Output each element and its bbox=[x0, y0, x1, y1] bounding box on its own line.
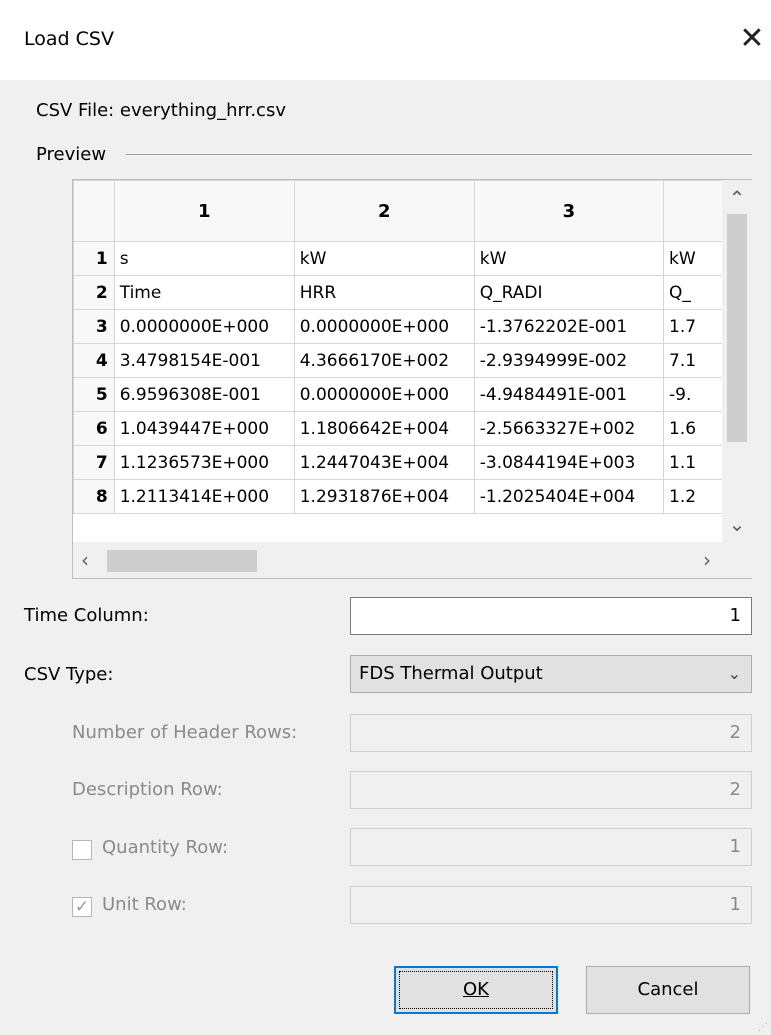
resize-grip-icon[interactable]: ⋰ bbox=[758, 1022, 770, 1034]
row-header[interactable]: 6 bbox=[73, 411, 115, 446]
table-cell[interactable]: 1.2447043E+004 bbox=[293, 445, 475, 480]
row-header[interactable]: 8 bbox=[73, 479, 115, 514]
unit-row-label[interactable]: Unit Row: bbox=[102, 894, 187, 915]
table-cell[interactable]: 0.0000000E+000 bbox=[113, 309, 295, 344]
preview-table-viewport[interactable]: 1 2 3 1 s kW kW kW 2 Time HRR Q_RADI Q_ bbox=[72, 179, 752, 579]
scroll-up-icon[interactable]: ⌃ bbox=[722, 186, 752, 210]
preview-group-label: Preview bbox=[36, 144, 107, 165]
description-row-input[interactable]: 2 bbox=[350, 771, 752, 809]
table-cell[interactable]: s bbox=[113, 241, 295, 276]
cancel-button-label: Cancel bbox=[637, 979, 699, 1000]
column-header[interactable]: 2 bbox=[293, 180, 475, 242]
table-row: 5 6.9596308E-001 0.0000000E+000 -4.94844… bbox=[73, 377, 751, 412]
table-cell[interactable]: 1.1806642E+004 bbox=[293, 411, 475, 446]
column-header-row: 1 2 3 bbox=[73, 180, 751, 242]
table-cell[interactable]: -2.5663327E+002 bbox=[473, 411, 665, 446]
table-cell[interactable]: -4.9484491E-001 bbox=[473, 377, 665, 412]
table-row: 3 0.0000000E+000 0.0000000E+000 -1.37622… bbox=[73, 309, 751, 344]
ok-button[interactable]: OK bbox=[394, 966, 558, 1014]
title-bar[interactable]: Load CSV ✕ bbox=[0, 0, 771, 80]
table-cell[interactable]: Q_RADI bbox=[473, 275, 665, 310]
table-row: 1 s kW kW kW bbox=[73, 241, 751, 276]
row-header[interactable]: 2 bbox=[73, 275, 115, 310]
csv-type-label: CSV Type: bbox=[24, 664, 114, 685]
focus-rectangle bbox=[399, 971, 553, 1009]
cancel-button[interactable]: Cancel bbox=[586, 966, 750, 1014]
row-header[interactable]: 7 bbox=[73, 445, 115, 480]
table-cell[interactable]: 1.2113414E+000 bbox=[113, 479, 295, 514]
table-cell[interactable]: 0.0000000E+000 bbox=[293, 309, 475, 344]
horizontal-scrollbar[interactable]: ‹ › bbox=[73, 542, 722, 578]
close-icon[interactable]: ✕ bbox=[736, 22, 768, 56]
table-cell[interactable]: kW bbox=[293, 241, 475, 276]
scroll-down-icon[interactable]: ⌄ bbox=[722, 512, 752, 536]
scrollbar-corner bbox=[722, 542, 752, 578]
table-row: 4 3.4798154E-001 4.3666170E+002 -2.93949… bbox=[73, 343, 751, 378]
column-header[interactable]: 3 bbox=[473, 180, 665, 242]
vertical-scrollbar[interactable]: ⌃ ⌄ bbox=[722, 180, 752, 542]
row-header[interactable]: 1 bbox=[73, 241, 115, 276]
header-rows-input[interactable]: 2 bbox=[350, 714, 752, 752]
row-header[interactable]: 5 bbox=[73, 377, 115, 412]
row-header[interactable]: 3 bbox=[73, 309, 115, 344]
table-cell[interactable]: -3.0844194E+003 bbox=[473, 445, 665, 480]
table-cell[interactable]: 1.1236573E+000 bbox=[113, 445, 295, 480]
horizontal-scroll-thumb[interactable] bbox=[107, 550, 257, 572]
table-cell[interactable]: 6.9596308E-001 bbox=[113, 377, 295, 412]
table-cell[interactable]: -1.2025404E+004 bbox=[473, 479, 665, 514]
table-cell[interactable]: HRR bbox=[293, 275, 475, 310]
time-column-label: Time Column: bbox=[24, 605, 149, 626]
table-cell[interactable]: 1.0439447E+000 bbox=[113, 411, 295, 446]
description-row-label: Description Row: bbox=[72, 779, 223, 800]
time-column-input[interactable]: 1 bbox=[350, 597, 752, 635]
table-row: 8 1.2113414E+000 1.2931876E+004 -1.20254… bbox=[73, 479, 751, 514]
quantity-row-checkbox[interactable] bbox=[72, 840, 92, 860]
csv-file-label: CSV File: everything_hrr.csv bbox=[36, 100, 286, 121]
column-header[interactable]: 1 bbox=[113, 180, 295, 242]
csv-type-dropdown[interactable]: FDS Thermal Output ⌄ bbox=[350, 655, 752, 693]
table-row: 2 Time HRR Q_RADI Q_ bbox=[73, 275, 751, 310]
scroll-left-icon[interactable]: ‹ bbox=[81, 548, 89, 572]
table-corner-cell[interactable] bbox=[73, 180, 115, 242]
unit-row-input[interactable]: 1 bbox=[350, 886, 752, 924]
csv-type-value: FDS Thermal Output bbox=[359, 663, 543, 684]
preview-group-divider bbox=[126, 154, 752, 155]
quantity-row-input[interactable]: 1 bbox=[350, 828, 752, 866]
table-cell[interactable]: 3.4798154E-001 bbox=[113, 343, 295, 378]
table-cell[interactable]: 4.3666170E+002 bbox=[293, 343, 475, 378]
header-rows-label: Number of Header Rows: bbox=[72, 722, 298, 743]
table-cell[interactable]: 0.0000000E+000 bbox=[293, 377, 475, 412]
dialog-title: Load CSV bbox=[24, 28, 114, 50]
table-cell[interactable]: Time bbox=[113, 275, 295, 310]
table-cell[interactable]: kW bbox=[473, 241, 665, 276]
scroll-right-icon[interactable]: › bbox=[703, 548, 711, 572]
table-row: 7 1.1236573E+000 1.2447043E+004 -3.08441… bbox=[73, 445, 751, 480]
table-cell[interactable]: 1.2931876E+004 bbox=[293, 479, 475, 514]
table-row: 6 1.0439447E+000 1.1806642E+004 -2.56633… bbox=[73, 411, 751, 446]
chevron-down-icon: ⌄ bbox=[727, 664, 741, 683]
table-cell[interactable]: -2.9394999E-002 bbox=[473, 343, 665, 378]
table-cell[interactable]: -1.3762202E-001 bbox=[473, 309, 665, 344]
unit-row-checkbox[interactable]: ✓ bbox=[72, 897, 92, 917]
quantity-row-label[interactable]: Quantity Row: bbox=[102, 837, 228, 858]
vertical-scroll-thumb[interactable] bbox=[727, 214, 747, 442]
row-header[interactable]: 4 bbox=[73, 343, 115, 378]
check-icon: ✓ bbox=[74, 897, 90, 917]
preview-table: 1 2 3 1 s kW kW kW 2 Time HRR Q_RADI Q_ bbox=[73, 180, 751, 514]
